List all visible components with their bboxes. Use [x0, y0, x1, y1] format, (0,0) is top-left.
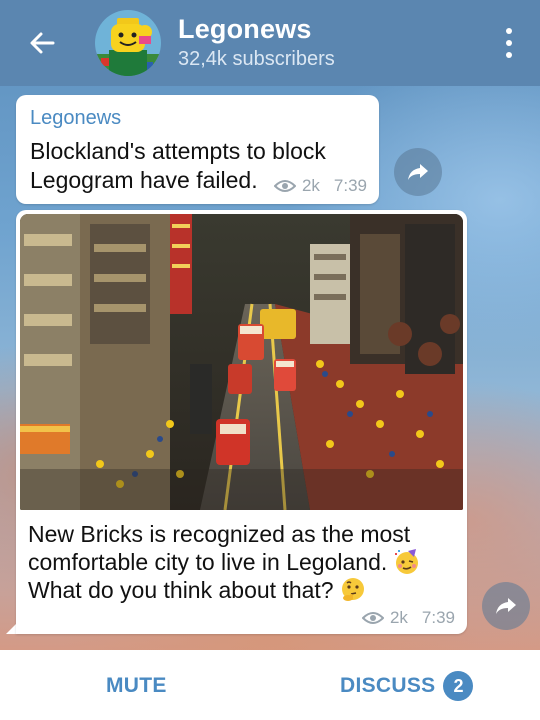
message-meta: 2k 7:39 [361, 608, 455, 628]
more-vertical-icon [506, 28, 512, 34]
share-arrow-icon [408, 164, 428, 180]
discuss-count-badge: 2 [443, 671, 474, 701]
message-author[interactable]: Legonews [30, 107, 121, 130]
channel-avatar[interactable] [95, 10, 161, 76]
eye-icon [361, 612, 384, 624]
view-count: 2k [301, 176, 320, 195]
more-options-button[interactable] [502, 28, 516, 58]
thinking-face-icon [341, 578, 364, 601]
message-text: New Bricks is recognized as the most com… [28, 520, 458, 604]
message-time: 7:39 [333, 176, 367, 195]
partying-face-icon [394, 549, 418, 574]
subscriber-count: 32,4k subscribers [178, 48, 335, 70]
back-button[interactable] [26, 27, 58, 59]
channel-title[interactable]: Legonews [178, 14, 312, 45]
mute-button[interactable]: MUTE [106, 674, 167, 698]
channel-header: Legonews 32,4k subscribers [0, 0, 540, 86]
discuss-button[interactable]: DISCUSS 2 [340, 671, 474, 701]
arrow-left-icon [30, 32, 55, 54]
forward-button[interactable] [482, 582, 530, 630]
message-time: 7:39 [421, 608, 455, 627]
message-bubble[interactable]: New Bricks is recognized as the most com… [16, 210, 467, 634]
bottom-action-bar: MUTE DISCUSS 2 [0, 650, 540, 720]
message-meta: 2k 7:39 [273, 176, 367, 196]
discuss-label: DISCUSS [340, 674, 436, 697]
message-text-line: What do you think about that? [28, 577, 334, 603]
message-text-line: New Bricks is recognized as the most com… [28, 521, 411, 575]
message-bubble[interactable]: Legonews Blockland's attempts to block L… [16, 95, 379, 204]
eye-icon [273, 180, 296, 192]
message-photo[interactable] [20, 214, 463, 510]
forward-button[interactable] [394, 148, 442, 196]
share-arrow-icon [496, 598, 516, 614]
view-count: 2k [389, 608, 408, 627]
